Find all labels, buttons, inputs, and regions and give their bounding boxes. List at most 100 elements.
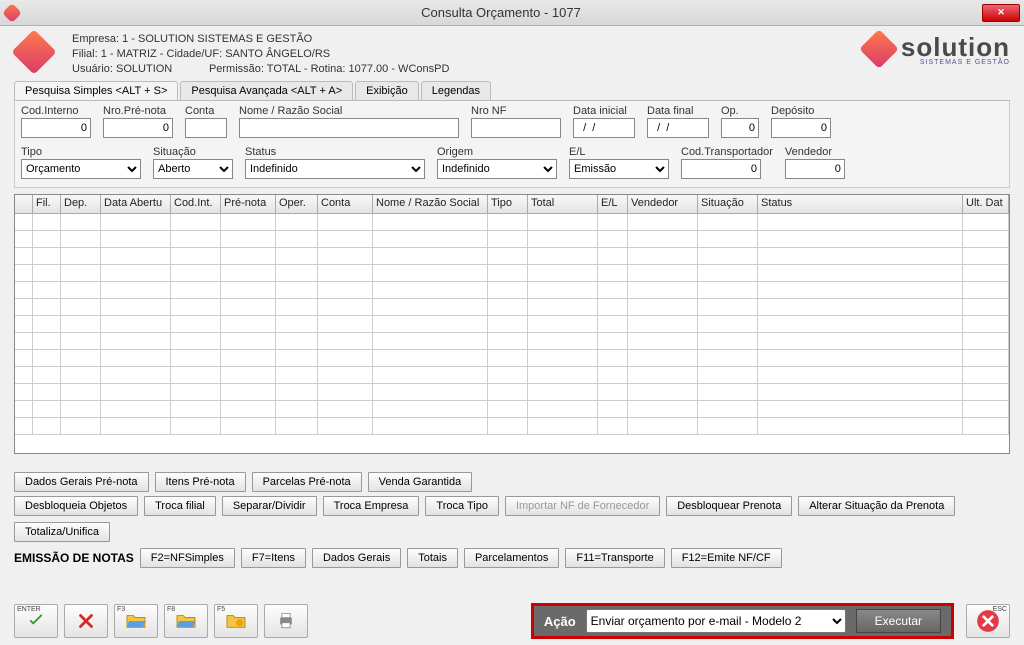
grid-scrollbar[interactable] (15, 437, 1009, 453)
tab-legendas[interactable]: Legendas (421, 81, 491, 100)
f2-nfsimples-button[interactable]: F2=NFSimples (140, 548, 235, 568)
origem-select[interactable]: Indefinido (437, 159, 557, 179)
table-row[interactable] (15, 214, 1009, 231)
x-icon (75, 610, 97, 632)
table-row[interactable] (15, 333, 1009, 350)
header-bar: Empresa: 1 - SOLUTION SISTEMAS E GESTÃO … (0, 26, 1024, 79)
col-total[interactable]: Total (528, 195, 598, 213)
col-tipo[interactable]: Tipo (488, 195, 528, 213)
col-oper[interactable]: Oper. (276, 195, 318, 213)
app-icon (4, 5, 20, 21)
table-row[interactable] (15, 265, 1009, 282)
el-select[interactable]: Emissão (569, 159, 669, 179)
col-status[interactable]: Status (758, 195, 963, 213)
table-row[interactable] (15, 316, 1009, 333)
data-inicial-input[interactable] (573, 118, 635, 138)
col-fil[interactable]: Fil. (33, 195, 61, 213)
f11-transporte-button[interactable]: F11=Transporte (565, 548, 664, 568)
printer-icon (275, 611, 297, 631)
tab-exibicao[interactable]: Exibição (355, 81, 419, 100)
troca-tipo-button[interactable]: Troca Tipo (425, 496, 499, 516)
itens-prenota-button[interactable]: Itens Pré-nota (155, 472, 246, 492)
table-row[interactable] (15, 401, 1009, 418)
col-cod-int[interactable]: Cod.Int. (171, 195, 221, 213)
col-dep[interactable]: Dep. (61, 195, 101, 213)
table-row[interactable] (15, 248, 1009, 265)
header-empresa: Empresa: 1 - SOLUTION SISTEMAS E GESTÃO (72, 32, 449, 47)
col-conta[interactable]: Conta (318, 195, 373, 213)
table-row[interactable] (15, 384, 1009, 401)
emissao-row: EMISSÃO DE NOTAS F2=NFSimples F7=Itens D… (14, 548, 1010, 568)
filter-panel: Cod.Interno Nro.Pré-nota Conta Nome / Ra… (14, 101, 1010, 188)
tipo-select[interactable]: Orçamento (21, 159, 141, 179)
dados-gerais-button[interactable]: Dados Gerais (312, 548, 401, 568)
dados-gerais-prenota-button[interactable]: Dados Gerais Pré-nota (14, 472, 149, 492)
separar-dividir-button[interactable]: Separar/Dividir (222, 496, 317, 516)
label-razao: Nome / Razão Social (239, 105, 459, 117)
cod-interno-input[interactable] (21, 118, 91, 138)
close-icon[interactable]: ✕ (982, 4, 1020, 22)
col-selector[interactable] (15, 195, 33, 213)
label-data-final: Data final (647, 105, 709, 117)
label-nro-nf: Nro NF (471, 105, 561, 117)
cancel-button[interactable] (64, 604, 108, 638)
cod-transport-input[interactable] (681, 159, 761, 179)
nro-prenota-input[interactable] (103, 118, 173, 138)
enter-button[interactable]: ENTER (14, 604, 58, 638)
data-final-input[interactable] (647, 118, 709, 138)
table-row[interactable] (15, 231, 1009, 248)
col-data-abertu[interactable]: Data Abertu (101, 195, 171, 213)
grid-body[interactable] (15, 214, 1009, 437)
tab-strip: Pesquisa Simples <ALT + S> Pesquisa Avan… (14, 81, 1010, 101)
executar-button[interactable]: Executar (856, 609, 941, 633)
table-row[interactable] (15, 418, 1009, 435)
table-row[interactable] (15, 282, 1009, 299)
f3-button[interactable]: F3 (114, 604, 158, 638)
desbloqueia-objetos-button[interactable]: Desbloqueia Objetos (14, 496, 138, 516)
table-row[interactable] (15, 299, 1009, 316)
col-ult-dat[interactable]: Ult. Dat (963, 195, 1009, 213)
vendedor-input[interactable] (785, 159, 845, 179)
conta-input[interactable] (185, 118, 227, 138)
f12-emite-nf-button[interactable]: F12=Emite NF/CF (671, 548, 782, 568)
acao-select[interactable]: Enviar orçamento por e-mail - Modelo 2 (586, 609, 846, 633)
venda-garantida-button[interactable]: Venda Garantida (368, 472, 473, 492)
esc-button[interactable]: ESC (966, 604, 1010, 638)
tab-pesquisa-simples[interactable]: Pesquisa Simples <ALT + S> (14, 81, 178, 100)
col-razao[interactable]: Nome / Razão Social (373, 195, 488, 213)
col-el[interactable]: E/L (598, 195, 628, 213)
acao-label: Ação (544, 614, 576, 629)
brand-logo-right: solution SISTEMAS E GESTÃO (865, 32, 1010, 66)
troca-filial-button[interactable]: Troca filial (144, 496, 216, 516)
nro-nf-input[interactable] (471, 118, 561, 138)
col-situacao[interactable]: Situação (698, 195, 758, 213)
table-row[interactable] (15, 350, 1009, 367)
importar-nf-button[interactable]: Importar NF de Fornecedor (505, 496, 660, 516)
label-cod-interno: Cod.Interno (21, 105, 91, 117)
razao-input[interactable] (239, 118, 459, 138)
alterar-situacao-button[interactable]: Alterar Situação da Prenota (798, 496, 955, 516)
op-input[interactable] (721, 118, 759, 138)
table-row[interactable] (15, 367, 1009, 384)
situacao-select[interactable]: Aberto (153, 159, 233, 179)
totaliza-unifica-button[interactable]: Totaliza/Unifica (14, 522, 110, 542)
label-situacao: Situação (153, 146, 233, 158)
totais-button[interactable]: Totais (407, 548, 458, 568)
f7-itens-button[interactable]: F7=Itens (241, 548, 306, 568)
window-titlebar: Consulta Orçamento - 1077 ✕ (0, 0, 1024, 26)
troca-empresa-button[interactable]: Troca Empresa (323, 496, 420, 516)
parcelas-prenota-button[interactable]: Parcelas Pré-nota (252, 472, 362, 492)
desbloquear-prenota-button[interactable]: Desbloquear Prenota (666, 496, 792, 516)
col-vendedor[interactable]: Vendedor (628, 195, 698, 213)
tab-pesquisa-avancada[interactable]: Pesquisa Avançada <ALT + A> (180, 81, 353, 100)
col-pre-nota[interactable]: Pré-nota (221, 195, 276, 213)
status-select[interactable]: Indefinido (245, 159, 425, 179)
parcelamentos-button[interactable]: Parcelamentos (464, 548, 559, 568)
f8-button[interactable]: F8 (164, 604, 208, 638)
print-button[interactable] (264, 604, 308, 638)
label-deposito: Depósito (771, 105, 831, 117)
deposito-input[interactable] (771, 118, 831, 138)
label-cod-transport: Cod.Transportador (681, 146, 773, 158)
label-el: E/L (569, 146, 669, 158)
f5-button[interactable]: F5 (214, 604, 258, 638)
